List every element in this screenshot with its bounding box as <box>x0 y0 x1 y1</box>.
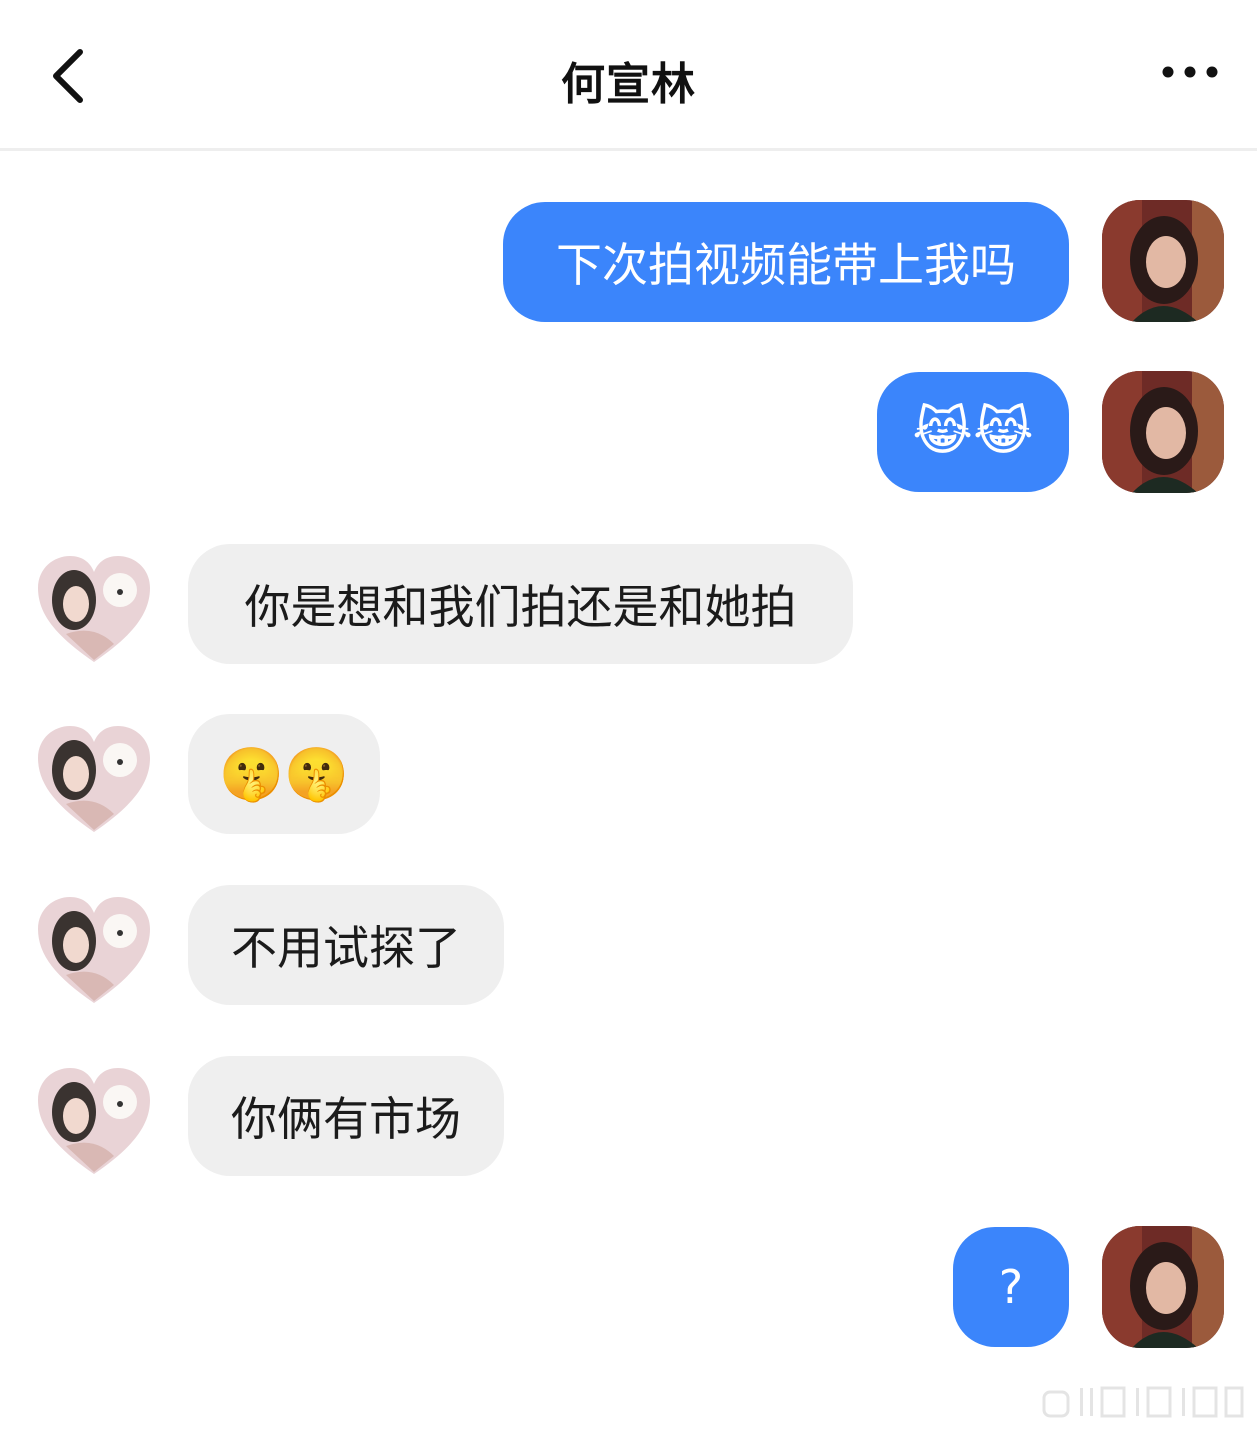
message-bubble-incoming[interactable]: 你是想和我们拍还是和她拍 <box>188 544 853 664</box>
avatar-self[interactable] <box>1102 200 1224 322</box>
message-bubble-incoming[interactable]: 🤫🤫 <box>188 714 380 834</box>
chat-title: 何宣林 <box>561 59 696 110</box>
avatar-contact[interactable] <box>36 1066 152 1176</box>
message-bubble-outgoing[interactable]: 下次拍视频能带上我吗 <box>503 202 1069 322</box>
more-button[interactable] <box>1150 52 1230 92</box>
message-bubble-incoming[interactable]: 不用试探了 <box>188 885 504 1005</box>
message-bubble-outgoing[interactable]: 😹😹 <box>877 372 1069 492</box>
message-bubble-outgoing[interactable]: ? <box>953 1227 1069 1347</box>
avatar-contact[interactable] <box>36 554 152 664</box>
chat-screen: 何宣林 下次拍视频能带上我吗 😹😹 你是想和我们拍还是和她拍 🤫🤫 不用试探了 … <box>0 0 1257 1431</box>
avatar-contact[interactable] <box>36 724 152 834</box>
avatar-self[interactable] <box>1102 1226 1224 1348</box>
watermark <box>1040 1384 1246 1422</box>
chat-header: 何宣林 <box>0 0 1257 151</box>
message-bubble-incoming[interactable]: 你俩有市场 <box>188 1056 504 1176</box>
avatar-self[interactable] <box>1102 371 1224 493</box>
more-horizontal-icon <box>1162 66 1218 78</box>
avatar-contact[interactable] <box>36 895 152 1005</box>
